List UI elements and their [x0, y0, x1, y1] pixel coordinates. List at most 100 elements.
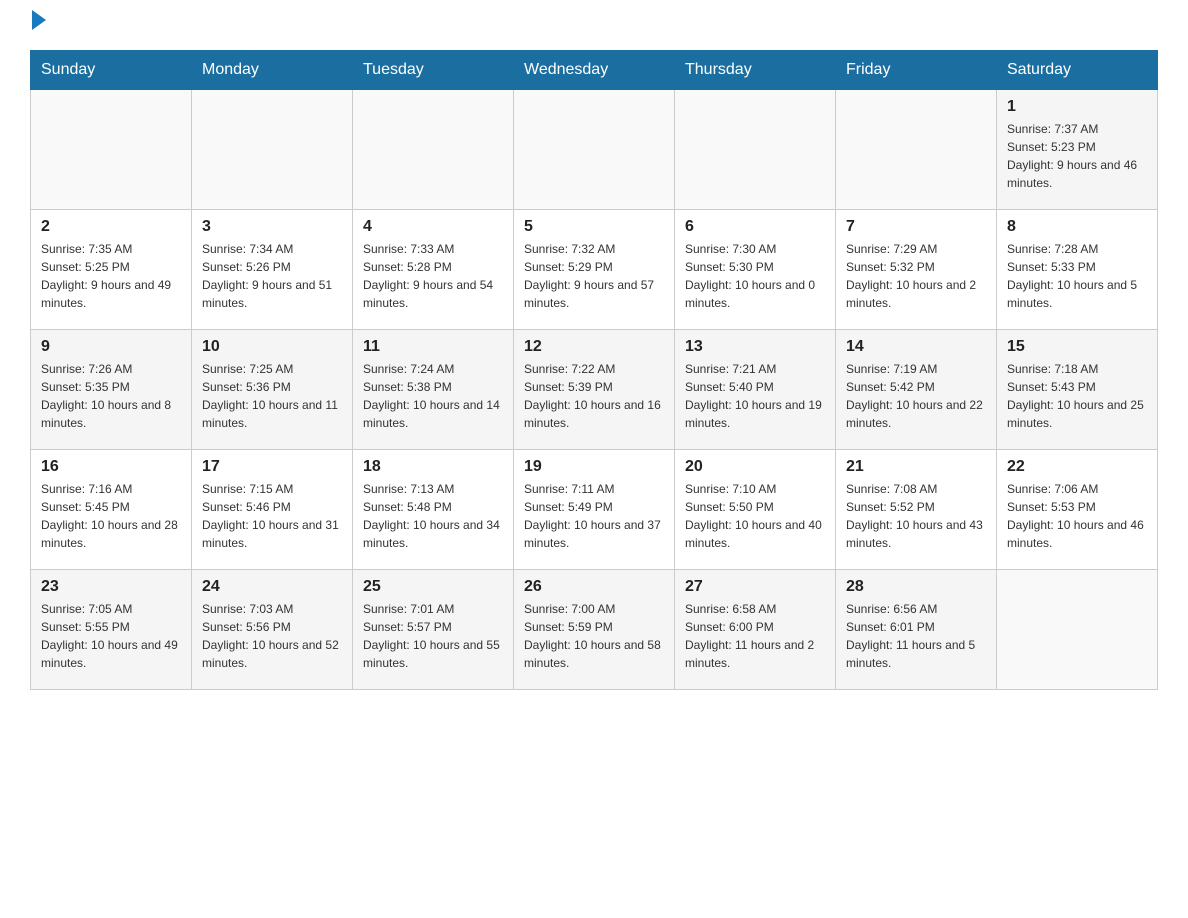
- day-number: 14: [846, 338, 986, 356]
- day-info: Sunrise: 7:32 AM Sunset: 5:29 PM Dayligh…: [524, 240, 664, 312]
- day-info: Sunrise: 7:11 AM Sunset: 5:49 PM Dayligh…: [524, 480, 664, 552]
- calendar-cell: 9 Sunrise: 7:26 AM Sunset: 5:35 PM Daylig…: [31, 330, 192, 450]
- calendar-cell: 17 Sunrise: 7:15 AM Sunset: 5:46 PM Dayli…: [192, 450, 353, 570]
- day-info: Sunrise: 7:00 AM Sunset: 5:59 PM Dayligh…: [524, 600, 664, 672]
- logo: [30, 20, 46, 30]
- day-number: 7: [846, 218, 986, 236]
- day-info: Sunrise: 7:03 AM Sunset: 5:56 PM Dayligh…: [202, 600, 342, 672]
- calendar-cell: 15Sunrise: 7:18 AM Sunset: 5:43 PM Dayli…: [997, 330, 1158, 450]
- logo-arrow-icon: [32, 10, 46, 30]
- calendar-cell: 18Sunrise: 7:13 AM Sunset: 5:48 PM Dayli…: [353, 450, 514, 570]
- calendar-cell: 25 Sunrise: 7:01 AM Sunset: 5:57 PM Dayli…: [353, 570, 514, 690]
- calendar-cell: 14 Sunrise: 7:19 AM Sunset: 5:42 PM Dayli…: [836, 330, 997, 450]
- calendar-cell: 10 Sunrise: 7:25 AM Sunset: 5:36 PM Dayli…: [192, 330, 353, 450]
- day-number: 21: [846, 458, 986, 476]
- calendar-cell: [353, 90, 514, 210]
- weekday-header-friday: Friday: [836, 51, 997, 90]
- day-info: Sunrise: 7:19 AM Sunset: 5:42 PM Dayligh…: [846, 360, 986, 432]
- day-number: 24: [202, 578, 342, 596]
- calendar-cell: [997, 570, 1158, 690]
- day-info: Sunrise: 7:24 AM Sunset: 5:38 PM Dayligh…: [363, 360, 503, 432]
- page-header: [30, 20, 1158, 30]
- calendar-cell: [675, 90, 836, 210]
- day-info: Sunrise: 7:06 AM Sunset: 5:53 PM Dayligh…: [1007, 480, 1147, 552]
- day-info: Sunrise: 7:33 AM Sunset: 5:28 PM Dayligh…: [363, 240, 503, 312]
- calendar-cell: 11 Sunrise: 7:24 AM Sunset: 5:38 PM Dayli…: [353, 330, 514, 450]
- weekday-header-tuesday: Tuesday: [353, 51, 514, 90]
- day-info: Sunrise: 7:22 AM Sunset: 5:39 PM Dayligh…: [524, 360, 664, 432]
- day-info: Sunrise: 7:13 AM Sunset: 5:48 PM Dayligh…: [363, 480, 503, 552]
- day-number: 10: [202, 338, 342, 356]
- day-info: Sunrise: 7:29 AM Sunset: 5:32 PM Dayligh…: [846, 240, 986, 312]
- day-number: 11: [363, 338, 503, 356]
- day-info: Sunrise: 7:16 AM Sunset: 5:45 PM Dayligh…: [41, 480, 181, 552]
- day-info: Sunrise: 7:26 AM Sunset: 5:35 PM Dayligh…: [41, 360, 181, 432]
- day-number: 25: [363, 578, 503, 596]
- calendar-cell: 22 Sunrise: 7:06 AM Sunset: 5:53 PM Dayli…: [997, 450, 1158, 570]
- day-number: 12: [524, 338, 664, 356]
- calendar-cell: 23 Sunrise: 7:05 AM Sunset: 5:55 PM Dayli…: [31, 570, 192, 690]
- calendar-table: SundayMondayTuesdayWednesdayThursdayFrid…: [30, 50, 1158, 690]
- day-number: 20: [685, 458, 825, 476]
- day-number: 9: [41, 338, 181, 356]
- calendar-cell: 8 Sunrise: 7:28 AM Sunset: 5:33 PM Daylig…: [997, 210, 1158, 330]
- day-info: Sunrise: 6:58 AM Sunset: 6:00 PM Dayligh…: [685, 600, 825, 672]
- weekday-header-row: SundayMondayTuesdayWednesdayThursdayFrid…: [31, 51, 1158, 90]
- weekday-header-sunday: Sunday: [31, 51, 192, 90]
- calendar-cell: 21 Sunrise: 7:08 AM Sunset: 5:52 PM Dayli…: [836, 450, 997, 570]
- day-number: 28: [846, 578, 986, 596]
- calendar-cell: 6 Sunrise: 7:30 AM Sunset: 5:30 PM Daylig…: [675, 210, 836, 330]
- day-info: Sunrise: 7:37 AM Sunset: 5:23 PM Dayligh…: [1007, 120, 1147, 192]
- day-number: 22: [1007, 458, 1147, 476]
- calendar-header: SundayMondayTuesdayWednesdayThursdayFrid…: [31, 51, 1158, 90]
- day-number: 8: [1007, 218, 1147, 236]
- day-info: Sunrise: 7:05 AM Sunset: 5:55 PM Dayligh…: [41, 600, 181, 672]
- calendar-cell: 24 Sunrise: 7:03 AM Sunset: 5:56 PM Dayli…: [192, 570, 353, 690]
- day-info: Sunrise: 7:25 AM Sunset: 5:36 PM Dayligh…: [202, 360, 342, 432]
- day-info: Sunrise: 7:30 AM Sunset: 5:30 PM Dayligh…: [685, 240, 825, 312]
- day-info: Sunrise: 7:21 AM Sunset: 5:40 PM Dayligh…: [685, 360, 825, 432]
- day-info: Sunrise: 7:28 AM Sunset: 5:33 PM Dayligh…: [1007, 240, 1147, 312]
- calendar-cell: 2 Sunrise: 7:35 AM Sunset: 5:25 PM Daylig…: [31, 210, 192, 330]
- weekday-header-saturday: Saturday: [997, 51, 1158, 90]
- calendar-week-row: 16 Sunrise: 7:16 AM Sunset: 5:45 PM Dayli…: [31, 450, 1158, 570]
- calendar-cell: 20 Sunrise: 7:10 AM Sunset: 5:50 PM Dayli…: [675, 450, 836, 570]
- day-info: Sunrise: 7:10 AM Sunset: 5:50 PM Dayligh…: [685, 480, 825, 552]
- calendar-cell: 4 Sunrise: 7:33 AM Sunset: 5:28 PM Daylig…: [353, 210, 514, 330]
- day-info: Sunrise: 7:34 AM Sunset: 5:26 PM Dayligh…: [202, 240, 342, 312]
- day-info: Sunrise: 6:56 AM Sunset: 6:01 PM Dayligh…: [846, 600, 986, 672]
- calendar-week-row: 2 Sunrise: 7:35 AM Sunset: 5:25 PM Daylig…: [31, 210, 1158, 330]
- calendar-cell: [836, 90, 997, 210]
- day-info: Sunrise: 7:08 AM Sunset: 5:52 PM Dayligh…: [846, 480, 986, 552]
- weekday-header-monday: Monday: [192, 51, 353, 90]
- calendar-cell: [31, 90, 192, 210]
- calendar-cell: 7 Sunrise: 7:29 AM Sunset: 5:32 PM Daylig…: [836, 210, 997, 330]
- weekday-header-thursday: Thursday: [675, 51, 836, 90]
- calendar-cell: [514, 90, 675, 210]
- calendar-cell: 27Sunrise: 6:58 AM Sunset: 6:00 PM Dayli…: [675, 570, 836, 690]
- day-number: 2: [41, 218, 181, 236]
- calendar-week-row: 9 Sunrise: 7:26 AM Sunset: 5:35 PM Daylig…: [31, 330, 1158, 450]
- calendar-cell: 5Sunrise: 7:32 AM Sunset: 5:29 PM Daylig…: [514, 210, 675, 330]
- day-info: Sunrise: 7:15 AM Sunset: 5:46 PM Dayligh…: [202, 480, 342, 552]
- calendar-cell: 13Sunrise: 7:21 AM Sunset: 5:40 PM Dayli…: [675, 330, 836, 450]
- calendar-week-row: 1 Sunrise: 7:37 AM Sunset: 5:23 PM Daylig…: [31, 90, 1158, 210]
- day-number: 4: [363, 218, 503, 236]
- day-info: Sunrise: 7:18 AM Sunset: 5:43 PM Dayligh…: [1007, 360, 1147, 432]
- day-number: 16: [41, 458, 181, 476]
- day-number: 1: [1007, 98, 1147, 116]
- day-number: 19: [524, 458, 664, 476]
- day-number: 6: [685, 218, 825, 236]
- day-info: Sunrise: 7:01 AM Sunset: 5:57 PM Dayligh…: [363, 600, 503, 672]
- calendar-cell: 1 Sunrise: 7:37 AM Sunset: 5:23 PM Daylig…: [997, 90, 1158, 210]
- calendar-cell: 16 Sunrise: 7:16 AM Sunset: 5:45 PM Dayli…: [31, 450, 192, 570]
- day-number: 17: [202, 458, 342, 476]
- calendar-cell: 28 Sunrise: 6:56 AM Sunset: 6:01 PM Dayli…: [836, 570, 997, 690]
- calendar-cell: 12 Sunrise: 7:22 AM Sunset: 5:39 PM Dayli…: [514, 330, 675, 450]
- calendar-body: 1 Sunrise: 7:37 AM Sunset: 5:23 PM Daylig…: [31, 90, 1158, 690]
- day-info: Sunrise: 7:35 AM Sunset: 5:25 PM Dayligh…: [41, 240, 181, 312]
- weekday-header-wednesday: Wednesday: [514, 51, 675, 90]
- calendar-cell: 3Sunrise: 7:34 AM Sunset: 5:26 PM Daylig…: [192, 210, 353, 330]
- calendar-cell: [192, 90, 353, 210]
- day-number: 23: [41, 578, 181, 596]
